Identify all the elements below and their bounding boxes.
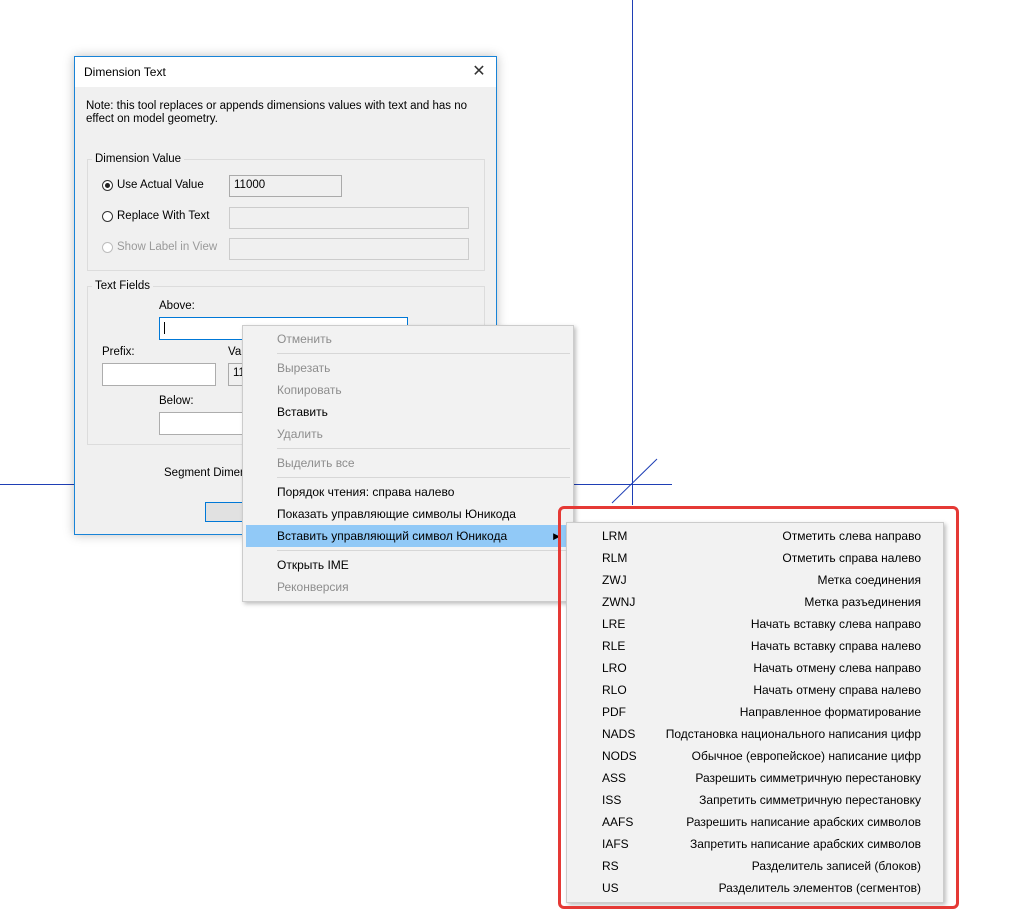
radio-unchecked-icon xyxy=(102,210,113,222)
menu-item-delete: Удалить xyxy=(277,427,323,441)
menu-separator xyxy=(277,448,570,449)
above-label: Above: xyxy=(159,300,195,312)
drawing-vertical-line xyxy=(632,0,633,505)
show-label-in-view-label: Show Label in View xyxy=(117,241,218,253)
replace-with-text-radio[interactable]: Replace With Text xyxy=(102,210,209,222)
context-menu: Отменить Вырезать Копировать Вставить Уд… xyxy=(242,325,574,602)
radio-disabled-icon xyxy=(102,241,113,253)
menu-item-undo: Отменить xyxy=(277,332,332,346)
text-cursor xyxy=(164,322,165,334)
menu-separator xyxy=(277,353,570,354)
menu-item-rtl-reading-order[interactable]: Порядок чтения: справа налево xyxy=(246,481,568,503)
menu-item-insert-unicode-control[interactable]: Вставить управляющий символ Юникода ▶ xyxy=(246,525,568,547)
menu-separator xyxy=(277,550,570,551)
menu-item-insert-unicode-control-label: Вставить управляющий символ Юникода xyxy=(277,529,508,543)
replace-with-text-label: Replace With Text xyxy=(117,210,210,222)
dialog-titlebar: Dimension Text ✕ xyxy=(75,57,496,87)
use-actual-value-radio[interactable]: Use Actual Value xyxy=(102,179,204,191)
menu-separator xyxy=(277,477,570,478)
segment-dimension-label: Segment Dimens xyxy=(164,467,253,479)
menu-item-open-ime[interactable]: Открыть IME xyxy=(246,554,568,576)
show-label-field xyxy=(229,238,469,260)
close-icon[interactable]: ✕ xyxy=(470,63,488,81)
prefix-label: Prefix: xyxy=(102,346,135,358)
menu-item-cut: Вырезать xyxy=(277,361,331,375)
menu-item-show-unicode-control[interactable]: Показать управляющие символы Юникода xyxy=(246,503,568,525)
menu-item-copy: Копировать xyxy=(277,383,342,397)
show-label-in-view-radio: Show Label in View xyxy=(102,241,217,253)
radio-checked-icon xyxy=(102,179,113,191)
annotation-highlight-box xyxy=(558,506,959,909)
below-label: Below: xyxy=(159,395,194,407)
text-fields-group-title: Text Fields xyxy=(92,280,153,292)
menu-item-select-all: Выделить все xyxy=(277,456,355,470)
prefix-input[interactable] xyxy=(102,363,216,386)
actual-value-field: 11000 xyxy=(229,175,342,197)
dialog-title: Dimension Text xyxy=(84,65,166,79)
menu-item-reconversion: Реконверсия xyxy=(277,580,349,594)
dialog-note: Note: this tool replaces or appends dime… xyxy=(86,100,467,125)
replace-text-field xyxy=(229,207,469,229)
use-actual-value-label: Use Actual Value xyxy=(117,179,204,191)
dimension-value-group-title: Dimension Value xyxy=(92,153,185,165)
menu-item-paste[interactable]: Вставить xyxy=(246,401,568,423)
